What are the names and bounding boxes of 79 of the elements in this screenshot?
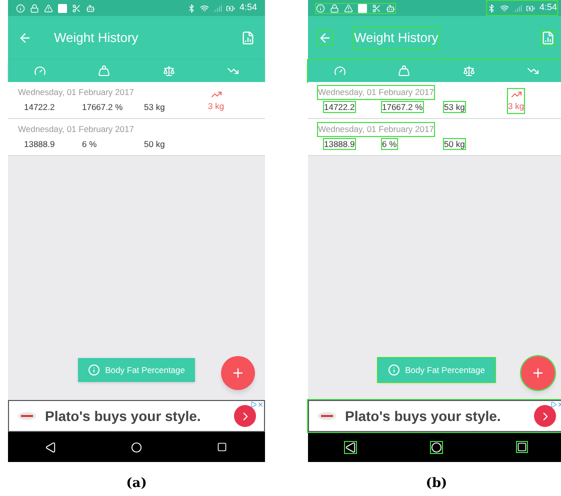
gauge-icon[interactable] bbox=[334, 65, 346, 77]
figure-caption: (b) bbox=[426, 475, 448, 493]
wifi-icon bbox=[200, 4, 210, 12]
bluetooth-icon bbox=[187, 4, 196, 12]
report-icon[interactable] bbox=[241, 31, 255, 45]
ad-choices-icon[interactable] bbox=[550, 401, 557, 408]
close-icon[interactable] bbox=[257, 401, 264, 408]
home-icon[interactable] bbox=[430, 442, 442, 452]
weight-icon[interactable] bbox=[398, 65, 410, 77]
lock-icon bbox=[30, 4, 39, 12]
tools-icon bbox=[372, 4, 381, 12]
battery-icon bbox=[526, 4, 536, 12]
entry-date: Wednesday, 01 February 2017 bbox=[318, 123, 434, 136]
entry-value: 14722.2 bbox=[324, 102, 355, 112]
trend-down-icon[interactable] bbox=[226, 65, 239, 77]
scale-icon[interactable] bbox=[162, 65, 175, 77]
ad-banner[interactable]: Plato's buys your style. bbox=[308, 400, 561, 432]
entry-value: 6 % bbox=[82, 138, 97, 149]
back-icon[interactable] bbox=[345, 442, 356, 452]
entry-value: 13888.9 bbox=[324, 138, 355, 149]
ad-headline: Plato's buys your style. bbox=[345, 406, 501, 426]
info-icon bbox=[388, 364, 400, 376]
weight-icon[interactable] bbox=[98, 65, 110, 77]
bluetooth-icon bbox=[487, 4, 496, 12]
add-button[interactable] bbox=[521, 356, 555, 390]
info-icon bbox=[88, 364, 100, 376]
logo-icon bbox=[317, 411, 337, 421]
weight-change: 3 kg bbox=[508, 100, 524, 113]
warning-icon bbox=[344, 4, 353, 12]
entry-value: 14722.2 bbox=[24, 102, 55, 112]
ad-choices-icon[interactable] bbox=[250, 401, 257, 408]
ad-arrow-button[interactable] bbox=[234, 405, 256, 427]
lock-icon bbox=[330, 4, 339, 12]
weight-change: 3 kg bbox=[208, 100, 224, 113]
robot-icon bbox=[386, 4, 395, 12]
ad-headline: Plato's buys your style. bbox=[45, 406, 201, 426]
recents-icon[interactable] bbox=[517, 442, 528, 452]
plus-icon bbox=[231, 366, 245, 380]
signal-icon bbox=[213, 4, 222, 12]
signal-icon bbox=[513, 4, 522, 12]
entry-date: Wednesday, 01 February 2017 bbox=[18, 86, 134, 99]
entry-value: 13888.9 bbox=[24, 138, 55, 149]
home-icon[interactable] bbox=[130, 442, 142, 452]
battery-icon bbox=[226, 4, 236, 12]
report-icon[interactable] bbox=[541, 31, 555, 45]
entry-value: 53 kg bbox=[144, 102, 165, 112]
wifi-icon bbox=[500, 4, 510, 12]
entry-value: 53 kg bbox=[444, 102, 465, 112]
entry-date: Wednesday, 01 February 2017 bbox=[18, 123, 134, 136]
screen-title: Weight History bbox=[354, 28, 438, 48]
entry-date: Wednesday, 01 February 2017 bbox=[318, 86, 434, 99]
ad-arrow-button[interactable] bbox=[534, 405, 556, 427]
history-row[interactable]: Wednesday, 01 February 2017 13888.9 6 % 50 kg bbox=[8, 119, 265, 156]
entry-value: 50 kg bbox=[144, 138, 165, 149]
entry-value: 6 % bbox=[382, 138, 397, 149]
back-icon[interactable] bbox=[45, 442, 56, 452]
screen-title: Weight History bbox=[54, 29, 138, 48]
entry-value: 50 kg bbox=[444, 138, 465, 149]
history-row[interactable]: Wednesday, 01 February 2017 14722.2 17667.2 % 53 kg 3 kg bbox=[308, 82, 561, 119]
add-button[interactable] bbox=[221, 356, 255, 390]
plus-icon bbox=[531, 366, 545, 380]
trend-down-icon[interactable] bbox=[526, 65, 539, 77]
clock-time: 4:54 bbox=[539, 1, 557, 14]
info-icon bbox=[16, 4, 25, 12]
logo-icon bbox=[17, 411, 37, 421]
info-icon bbox=[316, 4, 325, 12]
recents-icon[interactable] bbox=[217, 442, 228, 452]
history-row[interactable]: Wednesday, 01 February 2017 14722.2 17667.2 % 53 kg 3 kg bbox=[8, 82, 265, 119]
scale-icon[interactable] bbox=[462, 65, 475, 77]
entry-value: 17667.2 % bbox=[382, 102, 423, 112]
robot-icon bbox=[86, 4, 95, 12]
entry-value: 17667.2 % bbox=[82, 102, 123, 112]
clock-time: 4:54 bbox=[239, 1, 257, 14]
gauge-icon[interactable] bbox=[34, 65, 46, 77]
tools-icon bbox=[72, 4, 81, 12]
figure-caption: (a) bbox=[126, 475, 147, 493]
ad-banner[interactable]: Plato's buys your style. bbox=[8, 400, 265, 432]
warning-icon bbox=[44, 4, 53, 12]
history-row[interactable]: Wednesday, 01 February 2017 13888.9 6 % 50 kg bbox=[308, 119, 561, 156]
